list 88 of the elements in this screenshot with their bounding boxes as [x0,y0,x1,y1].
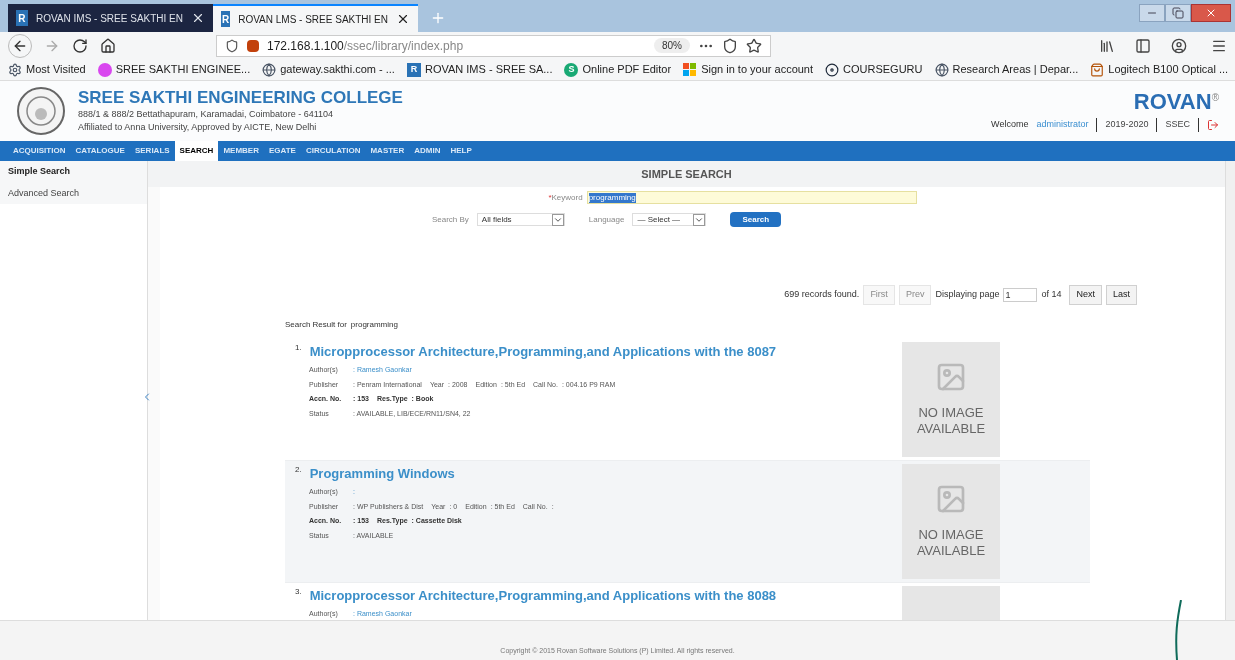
bookmark-link[interactable]: Research Areas | Depar... [952,61,1079,78]
tab-title: ROVAN LMS - SREE SAKTHI EN [238,12,388,27]
dropdown-icon [551,213,564,226]
college-name: SREE SAKTHI ENGINEERING COLLEGE [78,87,403,108]
close-icon [1205,7,1217,19]
bookmark-link[interactable]: gateway.sakthi.com - ... [280,61,395,78]
records-count: 699 records found. [784,288,860,301]
academic-year: 2019-2020 [1096,118,1149,132]
no-image-caption: NO IMAGE AVAILABLE [915,527,987,559]
result-number: 2. [295,463,302,476]
search-by-select[interactable]: All fields [476,213,565,226]
nav-tab[interactable]: HELP [445,141,477,161]
brand-logo: ROVAN [1133,90,1212,115]
globe-icon [262,62,277,77]
close-icon[interactable] [191,11,205,25]
zoom-badge[interactable]: 80% [654,38,690,53]
results-query: programming [350,318,398,331]
account-icon[interactable] [1171,37,1187,54]
college-affiliation: Affiliated to Anna University, Approved by AICTE, New Delhi [78,121,318,134]
user-link[interactable]: administrator [1036,118,1089,132]
address-bar[interactable]: 172.168.1.100/ssec/library/index.php 80% [216,34,771,57]
shield-icon [225,38,239,53]
result-number: 3. [295,585,302,598]
college-address: 888/1 & 888/2 Bettathapuram, Karamadai, Coimbatore - 641104 [78,107,334,121]
page-field[interactable]: 1 [1003,287,1038,302]
result-number: 1. [295,341,302,354]
favicon-icon: R [406,62,421,77]
disc-icon [825,62,840,77]
sidebar-item[interactable]: Simple Search [0,161,147,183]
page-total: of 14 [1041,288,1062,301]
keyword-field[interactable]: programming [586,191,917,204]
no-image-caption: NO IMAGE AVAILABLE [915,405,987,437]
nav-tab[interactable]: SEARCH [174,141,219,161]
bookmark-link[interactable]: Most Visited [26,61,86,78]
scrollbar[interactable] [1225,161,1235,620]
reload-icon[interactable] [72,37,88,54]
bookmark-link[interactable]: Logitech B100 Optical ... [1108,61,1229,78]
browser-tab[interactable]: R ROVAN IMS - SREE SAKTHI EN [8,4,213,32]
tab-title: ROVAN IMS - SREE SAKTHI EN [35,11,183,26]
nav-tab[interactable]: CIRCULATION [300,141,366,161]
sidebar-icon[interactable] [1135,37,1151,54]
logout-icon[interactable] [1207,119,1219,131]
language-select[interactable]: — Select — [632,213,707,226]
results-heading: Search Result for [285,318,347,331]
college-seal-drawing [16,86,66,136]
windows-icon [683,62,698,77]
search-by-label: Search By [431,213,469,226]
url-text: 172.168.1.100/ssec/library/index.php [267,37,464,55]
nav-tab[interactable]: ADMIN [409,141,446,161]
library-icon[interactable] [1099,37,1115,54]
welcome-label: Welcome [991,118,1029,132]
picture-icon [935,361,967,393]
favicon-icon: S [564,62,579,77]
globe-icon [934,62,949,77]
nav-tab[interactable]: CATALOGUE [70,141,130,161]
bookmark-link[interactable]: Sign in to your account [701,61,814,78]
bookmark-link[interactable]: Online PDF Editor [582,61,672,78]
restore-icon [1172,7,1184,19]
close-icon[interactable] [396,12,410,26]
result-title-link[interactable]: Micropprocessor Architecture,Programming,and Applications with the 8087 [309,341,777,361]
language-label: Language [588,213,625,226]
registered-mark: ® [1211,91,1219,104]
favicon-icon: R [221,11,231,27]
result-title-link[interactable]: Micropprocessor Architecture,Programming,and Applications with the 8088 [309,585,777,605]
nav-tab[interactable]: SERIALS [129,141,175,161]
home-icon[interactable] [100,37,116,54]
bag-icon [1090,62,1105,77]
nav-tab[interactable]: MEMBER [218,141,264,161]
sidebar-item[interactable]: Advanced Search [0,182,147,204]
displaying-label: Displaying page [935,288,1000,301]
gear-icon [8,62,22,77]
search-button[interactable]: Search [730,212,782,227]
dropdown-icon [693,213,706,226]
nav-tab[interactable]: MASTER [365,141,410,161]
nav-tab[interactable]: EGATE [263,141,301,161]
browser-tab[interactable]: R ROVAN LMS - SREE SAKTHI EN [213,4,418,32]
nav-tab[interactable]: ACQUISITION [8,141,71,161]
section-title: SIMPLE SEARCH [148,161,1225,187]
picture-icon [935,483,967,515]
pager-button[interactable]: Next [1069,285,1102,305]
star-icon[interactable] [746,37,762,54]
bookmark-link[interactable]: COURSEGURU [843,61,923,78]
bookmark-link[interactable]: ROVAN IMS - SREE SA... [424,61,553,78]
keyword-label: *Keyword [548,191,583,204]
bookmark-link[interactable]: SREE SAKTHI ENGINEE... [115,61,251,78]
favicon-icon: R [16,10,28,26]
college-code: SSEC [1156,118,1199,132]
pager-button[interactable]: Last [1106,285,1137,305]
